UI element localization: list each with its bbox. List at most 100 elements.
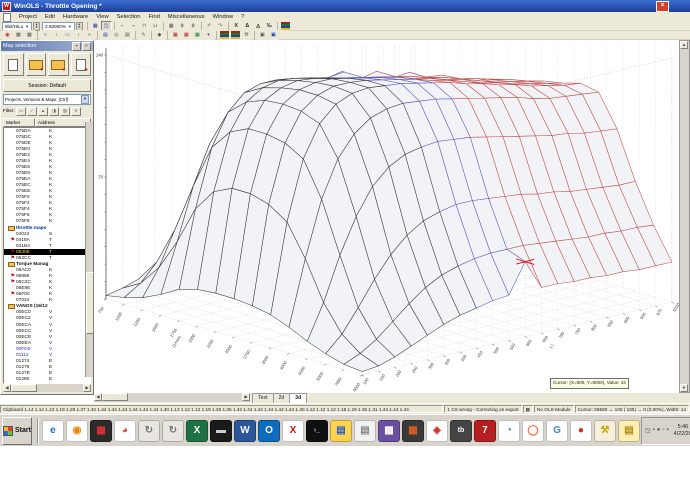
- tools-button[interactable]: ⚒: [241, 30, 252, 40]
- scroll-left-arrow-icon[interactable]: ◀: [3, 384, 11, 392]
- new-map-button[interactable]: [3, 53, 24, 76]
- ie-icon[interactable]: e: [41, 419, 64, 442]
- edit-button[interactable]: ✎: [138, 30, 149, 40]
- media-player-icon[interactable]: ◉: [65, 419, 88, 442]
- stop-button[interactable]: ▭: [62, 30, 73, 40]
- tray-icon-0[interactable]: ◳: [645, 427, 651, 434]
- thunderbird-icon[interactable]: ◔: [497, 419, 520, 442]
- wallet-icon[interactable]: ▬: [209, 419, 232, 442]
- scrollbar-thumb[interactable]: [11, 384, 37, 392]
- scroll-right-arrow-icon[interactable]: ▶: [83, 384, 91, 392]
- outlook-icon[interactable]: O: [257, 419, 280, 442]
- window-tile-button[interactable]: ▣: [257, 30, 268, 40]
- sync-icon[interactable]: ↻: [137, 419, 160, 442]
- tomato-app-icon[interactable]: ●: [569, 419, 592, 442]
- window-cascade-button[interactable]: ▣: [268, 30, 279, 40]
- menu-item-hardware[interactable]: Hardware: [59, 14, 92, 20]
- sync2-icon[interactable]: ↻: [161, 419, 184, 442]
- color-scale-button[interactable]: ≋: [279, 21, 291, 31]
- chrome-icon[interactable]: ◕: [113, 419, 136, 442]
- chart-vertical-scrollbar[interactable]: ▲ ▼: [679, 40, 690, 393]
- scroll-left-arrow-icon[interactable]: ◀: [94, 393, 102, 401]
- map-modified-button[interactable]: ▦: [181, 30, 192, 40]
- opera-icon[interactable]: ◯: [521, 419, 544, 442]
- last-map-button[interactable]: »: [84, 30, 95, 40]
- filter-button-4[interactable]: ▨: [60, 107, 70, 116]
- terminal-icon[interactable]: ›_: [305, 419, 328, 442]
- red-x-app-icon[interactable]: X: [281, 419, 304, 442]
- chart-horizontal-scrollbar[interactable]: ◀ ▶: [94, 393, 250, 402]
- tray-icon-3[interactable]: ▫: [662, 427, 664, 434]
- dark-app-icon[interactable]: ▦: [401, 419, 424, 442]
- scroll-right-arrow-icon[interactable]: ▶: [242, 393, 250, 401]
- google-icon[interactable]: G: [545, 419, 568, 442]
- compare-button[interactable]: ◆: [154, 30, 165, 40]
- list-vertical-scrollbar[interactable]: [85, 122, 94, 377]
- column-header-marker[interactable]: Marker: [3, 118, 35, 127]
- record-button[interactable]: ◉: [2, 30, 13, 40]
- map-list[interactable]: 075DA K 075DC K 075DE K 075E0 K 075E2 K 075E4 K 075E…: [3, 127, 91, 384]
- panel-close-icon[interactable]: ×: [82, 41, 91, 51]
- scope-dropdown[interactable]: Projects, Versions & Maps: [Ctrl] ▼: [3, 94, 91, 105]
- project-folder-button[interactable]: ▩: [13, 30, 24, 40]
- filter-button-1[interactable]: ∕: [27, 107, 37, 116]
- version-folder-button[interactable]: ▩: [24, 30, 35, 40]
- scroll-down-arrow-icon[interactable]: ▼: [680, 384, 688, 392]
- menu-item-miscellaneous[interactable]: Miscellaneous: [164, 14, 209, 20]
- session-button[interactable]: Session: Default: [3, 79, 91, 92]
- zoom-button[interactable]: ◎: [111, 30, 122, 40]
- table-view-button[interactable]: ▤: [100, 30, 111, 40]
- explorer-icon[interactable]: ▤: [329, 419, 352, 442]
- start-button[interactable]: Start: [2, 416, 32, 445]
- tray-icon-1[interactable]: ▪: [653, 427, 655, 434]
- list-view-button[interactable]: ▤: [122, 30, 133, 40]
- menu-item-find[interactable]: Find: [145, 14, 164, 20]
- first-map-button[interactable]: «: [40, 30, 51, 40]
- filter-button-5[interactable]: ✕: [71, 107, 81, 116]
- import-arrows-button[interactable]: ↥: [219, 30, 230, 40]
- open-folder-icon[interactable]: ▤: [617, 419, 640, 442]
- excel-icon[interactable]: X: [185, 419, 208, 442]
- panel-titlebar[interactable]: Map selection ▪ ×: [1, 41, 93, 51]
- photos-icon[interactable]: ◈: [425, 419, 448, 442]
- filter-button-0[interactable]: ▭: [16, 107, 26, 116]
- notepad-icon[interactable]: ▤: [353, 419, 376, 442]
- tb-app-icon[interactable]: tb: [449, 419, 472, 442]
- 3d-map-view[interactable]: [94, 40, 679, 393]
- seven-zip-icon[interactable]: 7: [473, 419, 496, 442]
- map-dropdown-button[interactable]: ▾: [203, 30, 214, 40]
- winols-app-icon[interactable]: ▦: [89, 419, 112, 442]
- menu-item-selection[interactable]: Selection: [113, 14, 145, 20]
- prev-map-button[interactable]: ‹: [51, 30, 62, 40]
- close-button[interactable]: ×: [656, 1, 669, 12]
- export-button[interactable]: ➜: [70, 53, 91, 76]
- scrollbar-thumb[interactable]: [102, 393, 128, 401]
- menu-item-window[interactable]: Window: [209, 14, 238, 20]
- menu-item-?[interactable]: ?: [237, 14, 248, 20]
- scrollbar-thumb[interactable]: [86, 272, 94, 334]
- tray-icon-2[interactable]: ●: [657, 427, 661, 434]
- map-original-button[interactable]: ▦: [170, 30, 181, 40]
- column-header-address[interactable]: Address: [35, 118, 91, 127]
- menu-item-view[interactable]: View: [92, 14, 112, 20]
- open-project-button[interactable]: ▾: [25, 53, 46, 76]
- next-map-button[interactable]: ›: [73, 30, 84, 40]
- map-type: K: [49, 213, 53, 219]
- gimp-icon[interactable]: ▩: [377, 419, 400, 442]
- tray-icon-4[interactable]: ▪: [667, 427, 669, 434]
- filter-button-3[interactable]: ◨: [49, 107, 59, 116]
- export-arrows-button[interactable]: ↥: [230, 30, 241, 40]
- word-icon[interactable]: W: [233, 419, 256, 442]
- window-titlebar[interactable]: W WinOLS - Throttle Opening * ×: [0, 0, 690, 12]
- panel-pin-icon[interactable]: ▪: [72, 41, 81, 51]
- menu-item-edit[interactable]: Edit: [41, 14, 59, 20]
- list-horizontal-scrollbar[interactable]: ◀ ▶: [3, 384, 91, 392]
- map-address: 01274: [16, 358, 30, 364]
- map-row[interactable]: 01280 E: [4, 377, 90, 383]
- scroll-up-arrow-icon[interactable]: ▲: [680, 41, 688, 49]
- map-ok-button[interactable]: ▦: [192, 30, 203, 40]
- menu-item-project[interactable]: Project: [15, 14, 41, 20]
- import-button[interactable]: ➜: [48, 53, 69, 76]
- filter-button-2[interactable]: ▲: [38, 107, 48, 116]
- wrench-icon[interactable]: ⚒: [593, 419, 616, 442]
